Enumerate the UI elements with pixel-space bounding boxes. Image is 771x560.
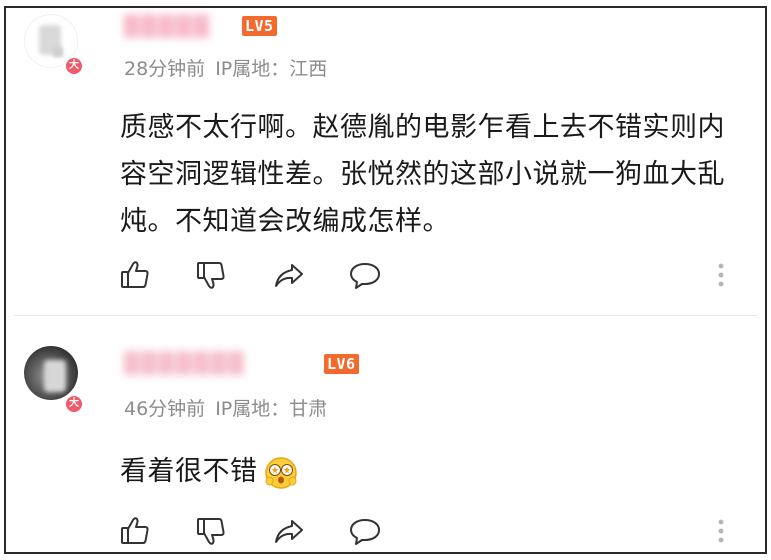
more-options-button[interactable]	[704, 258, 724, 292]
comment-meta: 46分钟前 IP属地：甘肃	[124, 394, 337, 421]
more-options-button[interactable]	[704, 514, 724, 548]
vip-badge: 大	[64, 56, 84, 76]
speech-bubble-icon	[350, 519, 380, 545]
comment-text: 看着很不错	[120, 456, 258, 487]
vertical-ellipsis-icon	[718, 519, 724, 543]
comment-time: 28分钟前	[124, 58, 206, 80]
level-badge: LV6	[324, 354, 359, 374]
vip-badge: 大	[64, 394, 84, 414]
share-button[interactable]	[272, 514, 306, 548]
dislike-button[interactable]	[194, 258, 228, 292]
level-badge: LV5	[242, 16, 277, 36]
username[interactable]: ███████	[124, 351, 312, 375]
starry-eyed-emoji	[264, 456, 297, 489]
comment-list: 大 █████ LV5 28分钟前 IP属地：江西 质感不太行啊。赵德胤的电影乍看…	[4, 6, 767, 554]
thumbs-down-icon	[197, 518, 225, 545]
share-arrow-icon	[275, 264, 303, 287]
thumbs-down-icon	[197, 262, 225, 289]
like-button[interactable]	[118, 258, 152, 292]
ip-location: IP属地：甘肃	[215, 398, 328, 420]
share-arrow-icon	[275, 520, 303, 543]
share-button[interactable]	[272, 258, 306, 292]
avatar[interactable]	[24, 346, 78, 400]
comment-text-wrapper: 看着很不错	[120, 448, 750, 495]
comment-time: 46分钟前	[124, 398, 206, 420]
comment-actions	[118, 258, 738, 292]
thumbs-up-icon	[121, 517, 149, 544]
comment-item: 大 █████ LV5 28分钟前 IP属地：江西 质感不太行啊。赵德胤的电影乍看…	[6, 8, 765, 316]
comment-item: 大 ███████ LV6 46分钟前 IP属地：甘肃 看着很不错	[6, 318, 765, 552]
like-button[interactable]	[118, 514, 152, 548]
comment-text: 质感不太行啊。赵德胤的电影乍看上去不错实则内容空洞逻辑性差。张悦然的这部小说就一…	[120, 112, 725, 237]
thumbs-up-icon	[121, 261, 149, 288]
vertical-ellipsis-icon	[718, 263, 724, 287]
divider	[14, 315, 757, 316]
dislike-button[interactable]	[194, 514, 228, 548]
reply-button[interactable]	[348, 514, 382, 548]
ip-location: IP属地：江西	[215, 58, 328, 80]
comment-actions	[118, 514, 738, 548]
reply-button[interactable]	[348, 258, 382, 292]
comment-meta: 28分钟前 IP属地：江西	[124, 54, 337, 81]
username[interactable]: █████	[124, 14, 234, 38]
speech-bubble-icon	[350, 263, 380, 289]
